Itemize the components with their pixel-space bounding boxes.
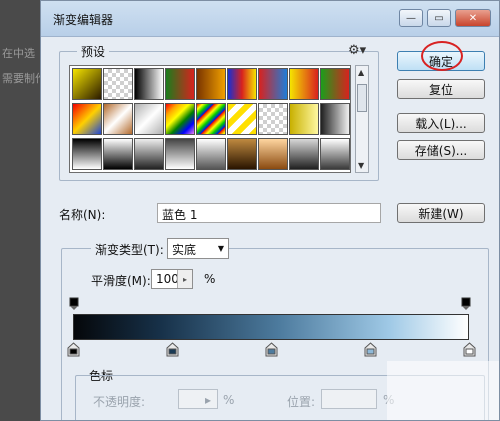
preset-swatch[interactable] xyxy=(320,103,350,135)
color-stop[interactable] xyxy=(463,342,476,357)
new-button[interactable]: 新建(W) xyxy=(397,203,485,223)
window-title: 渐变编辑器 xyxy=(53,13,114,27)
gradient-preview-bar[interactable] xyxy=(73,314,469,340)
location-label: 位置: xyxy=(287,395,316,409)
preset-swatch[interactable] xyxy=(227,138,257,170)
opacity-percent: % xyxy=(223,393,235,407)
minimize-button[interactable]: — xyxy=(399,9,423,27)
close-button[interactable]: ✕ xyxy=(455,9,491,27)
reset-button[interactable]: 复位 xyxy=(397,79,485,99)
smoothness-percent: % xyxy=(204,272,216,286)
preset-swatch[interactable] xyxy=(289,138,319,170)
highlight-circle xyxy=(421,41,463,71)
preset-swatch[interactable] xyxy=(289,103,319,135)
opacity-input xyxy=(178,389,218,409)
chevron-down-icon: ▼ xyxy=(217,244,224,253)
location-input xyxy=(321,389,377,409)
preset-swatch[interactable] xyxy=(103,68,133,100)
preset-swatch[interactable] xyxy=(196,138,226,170)
preset-swatch[interactable] xyxy=(258,68,288,100)
opacity-label: 不透明度: xyxy=(93,395,146,409)
preset-swatch[interactable] xyxy=(320,138,350,170)
preset-swatch[interactable] xyxy=(196,103,226,135)
delete-area-faded xyxy=(387,361,499,420)
gradient-type-select[interactable]: 实底 ▼ xyxy=(167,238,229,259)
preset-swatch[interactable] xyxy=(134,103,164,135)
opacity-stop-right[interactable] xyxy=(461,297,471,311)
maximize-button[interactable]: ▭ xyxy=(427,9,451,27)
color-stop[interactable] xyxy=(265,342,278,357)
background-text-1: 在中选 xyxy=(2,47,35,60)
preset-swatch[interactable] xyxy=(134,138,164,170)
title-bar[interactable]: 渐变编辑器 — ▭ ✕ xyxy=(41,1,499,37)
smoothness-arrow-icon[interactable]: ▸ xyxy=(177,270,192,288)
gradient-editor-window: 渐变编辑器 — ▭ ✕ 预设 ⚙▾ ▲ ▼ 确定 复位 载入(L)... 存储(… xyxy=(40,0,500,421)
opacity-stop-left[interactable] xyxy=(69,297,79,311)
color-stop[interactable] xyxy=(166,342,179,357)
preset-swatch[interactable] xyxy=(165,68,195,100)
smoothness-label: 平滑度(M): xyxy=(91,274,151,288)
load-button[interactable]: 载入(L)... xyxy=(397,113,485,133)
preset-swatch[interactable] xyxy=(72,103,102,135)
preset-swatch[interactable] xyxy=(320,68,350,100)
preset-swatch[interactable] xyxy=(289,68,319,100)
preset-swatch[interactable] xyxy=(72,138,102,170)
preset-swatch[interactable] xyxy=(227,68,257,100)
preset-swatch[interactable] xyxy=(258,138,288,170)
preset-swatch[interactable] xyxy=(165,138,195,170)
gradient-type-label: 渐变类型(T): xyxy=(91,241,168,258)
color-stop[interactable] xyxy=(364,342,377,357)
preset-scrollbar[interactable]: ▲ ▼ xyxy=(355,65,369,173)
preset-swatch[interactable] xyxy=(134,68,164,100)
preset-swatch[interactable] xyxy=(103,138,133,170)
gradient-type-value: 实底 xyxy=(172,243,197,257)
preset-swatch[interactable] xyxy=(103,103,133,135)
save-button[interactable]: 存储(S)... xyxy=(397,140,485,160)
scroll-down-icon[interactable]: ▼ xyxy=(358,161,364,170)
preset-swatch[interactable] xyxy=(258,103,288,135)
opacity-arrow-icon: ▸ xyxy=(205,393,212,407)
preset-swatch-grid[interactable] xyxy=(69,65,351,173)
color-stop[interactable] xyxy=(67,342,80,357)
preset-swatch[interactable] xyxy=(72,68,102,100)
scrollbar-thumb[interactable] xyxy=(357,84,367,112)
preset-swatch[interactable] xyxy=(165,103,195,135)
name-input[interactable]: 蓝色 1 xyxy=(157,203,381,223)
scroll-up-icon[interactable]: ▲ xyxy=(358,68,364,77)
presets-label: 预设 xyxy=(77,43,110,60)
gear-icon[interactable]: ⚙▾ xyxy=(348,43,366,58)
preset-swatch[interactable] xyxy=(227,103,257,135)
preset-swatch[interactable] xyxy=(196,68,226,100)
name-label: 名称(N): xyxy=(59,208,106,222)
